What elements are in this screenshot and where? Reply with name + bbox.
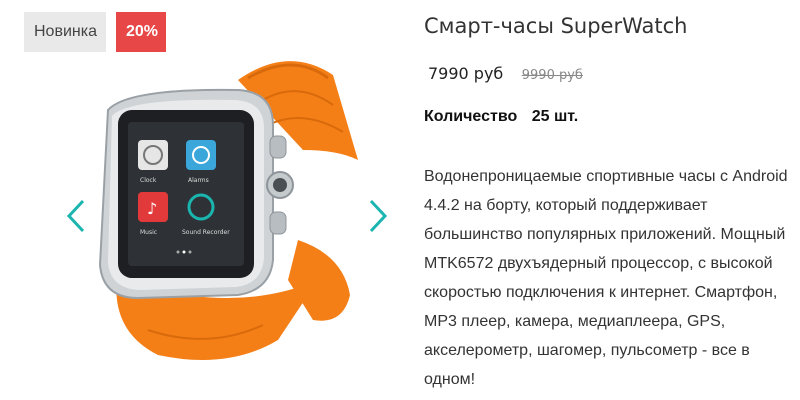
prev-image-button[interactable]	[62, 192, 90, 240]
next-image-button[interactable]	[364, 192, 392, 240]
quantity-value: 25 шт.	[531, 108, 579, 125]
quantity-row: Количество 25 шт.	[424, 108, 578, 126]
watch-app-alarms: Alarms	[188, 177, 209, 184]
svg-text:♪: ♪	[147, 199, 157, 218]
current-price: 7990 руб	[428, 64, 504, 83]
watch-app-clock: Clock	[140, 177, 157, 184]
product-image: Clock Alarms ♪ Music Sound Recorder	[98, 61, 358, 360]
watch-app-recorder: Sound Recorder	[182, 229, 230, 236]
product-title: Смарт-часы SuperWatch	[424, 14, 688, 38]
old-price: 9990 руб	[521, 68, 583, 83]
product-description: Водонепроницаемые спортивные часы с Andr…	[424, 168, 788, 388]
quantity-label: Количество	[424, 108, 518, 125]
chevron-right-icon	[369, 199, 388, 233]
watch-app-music: Music	[140, 229, 157, 236]
product-gallery: Новинка 20% Clock Alarms ♪ Music Sound R…	[0, 0, 400, 400]
chevron-left-icon	[66, 199, 85, 233]
price-block: 7990 руб 9990 руб	[428, 64, 583, 84]
